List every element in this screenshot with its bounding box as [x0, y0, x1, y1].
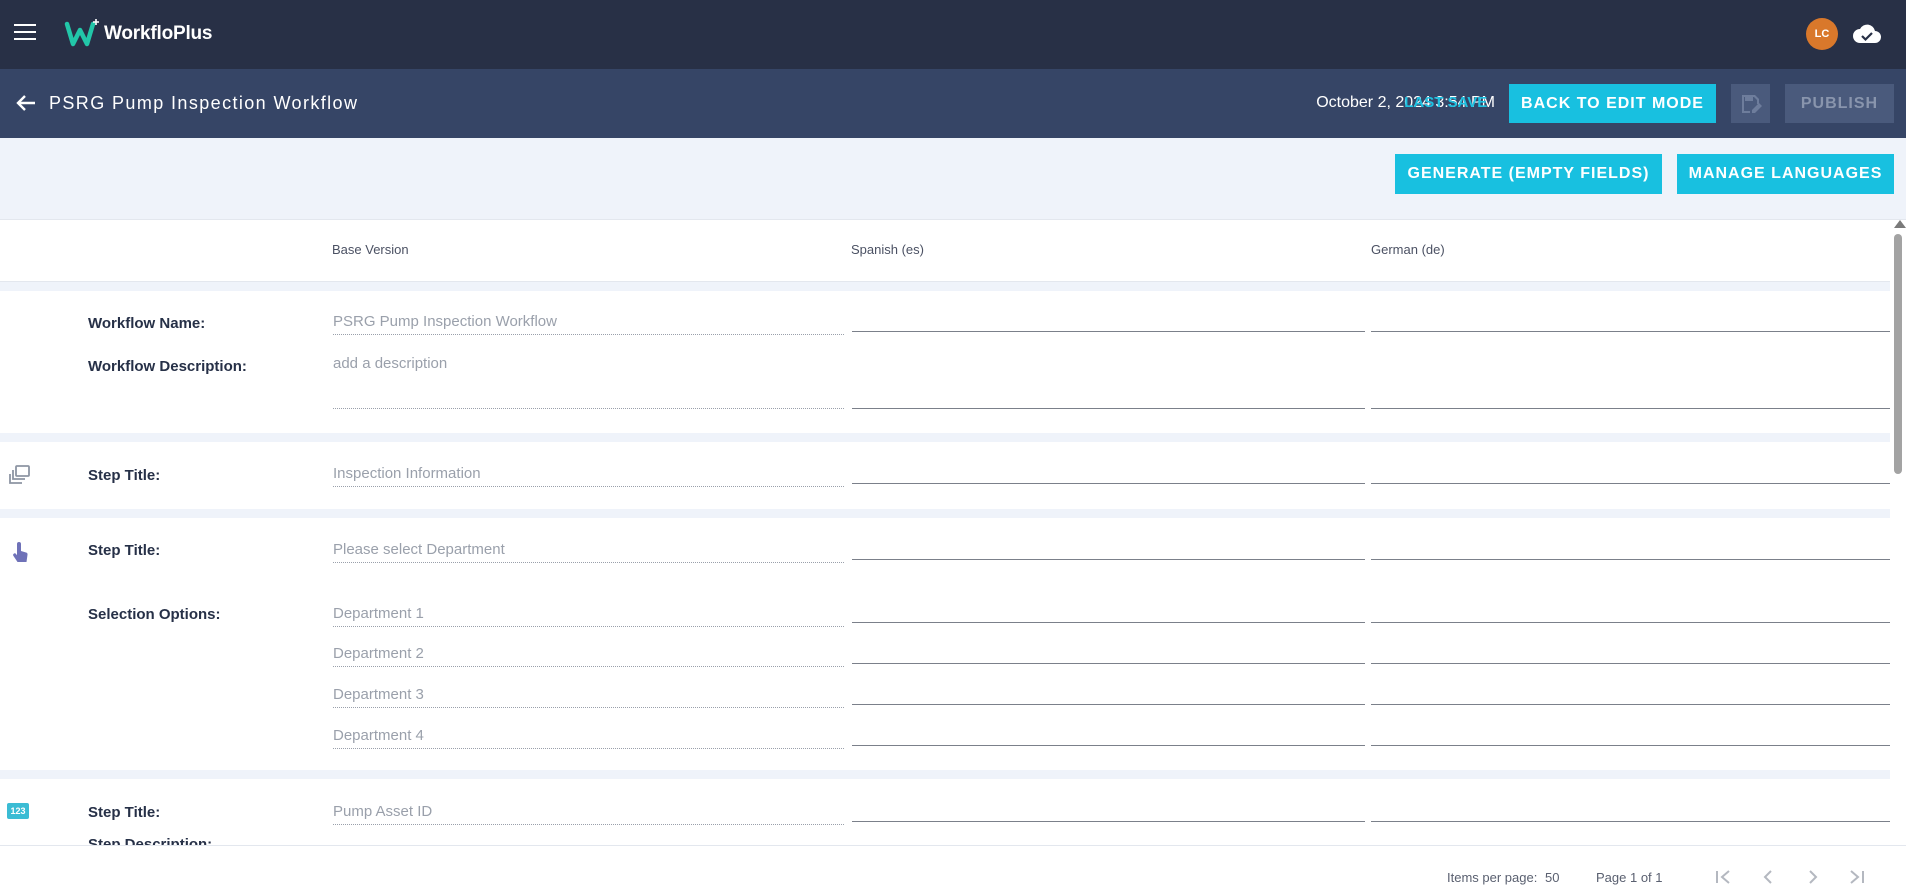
workflow-description-es-input[interactable]	[852, 408, 1365, 409]
next-page-icon[interactable]	[1803, 868, 1823, 886]
publish-button[interactable]: PUBLISH	[1785, 84, 1894, 123]
scrollbar[interactable]	[1890, 220, 1906, 845]
touch-select-icon	[13, 542, 28, 562]
logo-icon	[64, 19, 99, 47]
cloud-done-icon[interactable]	[1852, 22, 1882, 46]
option-base[interactable]: Department 4	[333, 727, 844, 749]
column-base-version: Base Version	[332, 242, 409, 257]
manage-languages-button[interactable]: MANAGE LANGUAGES	[1677, 154, 1894, 194]
step-title-es-input[interactable]	[852, 821, 1365, 822]
section-divider	[0, 509, 1890, 518]
option-base[interactable]: Department 1	[333, 605, 844, 627]
page-title: PSRG Pump Inspection Workflow	[49, 93, 359, 113]
arrow-back-icon[interactable]	[15, 92, 37, 114]
last-save-info: LAST SAVE October 2, 2024 3:54 PM	[1316, 94, 1495, 112]
translation-toolbar: GENERATE (EMPTY FIELDS) MANAGE LANGUAGES	[0, 138, 1906, 220]
step-group-icon	[9, 465, 30, 484]
scrollbar-thumb[interactable]	[1894, 234, 1902, 474]
step-description-label: Step Description:	[88, 836, 213, 845]
option-de-input[interactable]	[1371, 704, 1890, 705]
section-divider	[0, 770, 1890, 779]
workflow-description-base[interactable]: add a description	[333, 355, 844, 409]
option-es-input[interactable]	[852, 745, 1365, 746]
first-page-icon[interactable]	[1713, 868, 1733, 886]
column-header-row: Base Version Spanish (es) German (de)	[0, 220, 1890, 282]
option-base[interactable]: Department 3	[333, 686, 844, 708]
selection-options-label: Selection Options:	[88, 606, 221, 623]
workflow-description-de-input[interactable]	[1371, 408, 1890, 409]
top-app-bar: WorkfloPlus LC	[0, 0, 1906, 69]
workflow-name-de-input[interactable]	[1371, 331, 1890, 332]
option-de-input[interactable]	[1371, 745, 1890, 746]
generate-empty-fields-button[interactable]: GENERATE (EMPTY FIELDS)	[1395, 154, 1662, 194]
option-es-input[interactable]	[852, 704, 1365, 705]
column-german: German (de)	[1371, 242, 1445, 257]
workflow-name-label: Workflow Name:	[88, 315, 206, 332]
step-title-de-input[interactable]	[1371, 483, 1890, 484]
items-per-page-label: Items per page:	[1447, 870, 1538, 885]
clipped-row: Step Description:	[0, 832, 1890, 845]
save-button[interactable]	[1731, 84, 1770, 123]
step-title-base[interactable]: Inspection Information	[333, 465, 844, 487]
last-page-icon[interactable]	[1847, 868, 1867, 886]
step-title-de-input[interactable]	[1371, 559, 1890, 560]
option-base[interactable]: Department 2	[333, 645, 844, 667]
section-divider	[0, 433, 1890, 442]
step-title-base[interactable]: Please select Department	[333, 541, 844, 563]
last-save-label: LAST SAVE	[1404, 94, 1488, 111]
save-edit-icon	[1741, 94, 1762, 113]
step-title-es-input[interactable]	[852, 559, 1365, 560]
step-title-es-input[interactable]	[852, 483, 1365, 484]
section-divider	[0, 282, 1890, 291]
option-es-input[interactable]	[852, 622, 1365, 623]
back-to-edit-mode-button[interactable]: BACK TO EDIT MODE	[1509, 84, 1716, 123]
option-de-input[interactable]	[1371, 622, 1890, 623]
step-title-base[interactable]: Pump Asset ID	[333, 803, 844, 825]
app-logo[interactable]: WorkfloPlus	[64, 16, 212, 52]
step-title-de-input[interactable]	[1371, 821, 1890, 822]
user-avatar[interactable]: LC	[1806, 18, 1838, 50]
scroll-up-icon[interactable]	[1894, 220, 1906, 228]
option-es-input[interactable]	[852, 663, 1365, 664]
number-input-icon: 123	[7, 803, 29, 819]
brand-name: WorkfloPlus	[104, 23, 213, 44]
option-de-input[interactable]	[1371, 663, 1890, 664]
workflow-name-es-input[interactable]	[852, 331, 1365, 332]
workflow-header: PSRG Pump Inspection Workflow LAST SAVE O…	[0, 69, 1906, 138]
workflow-name-base[interactable]: PSRG Pump Inspection Workflow	[333, 313, 844, 335]
pagination-bar: Items per page: 50 Page 1 of 1	[0, 845, 1906, 892]
prev-page-icon[interactable]	[1758, 868, 1778, 886]
step-title-label: Step Title:	[88, 804, 161, 821]
column-spanish: Spanish (es)	[851, 242, 924, 257]
workflow-description-label: Workflow Description:	[88, 358, 247, 375]
step-title-label: Step Title:	[88, 467, 161, 484]
menu-icon[interactable]	[14, 24, 36, 42]
items-per-page-select[interactable]: 50	[1545, 870, 1559, 885]
step-title-label: Step Title:	[88, 542, 161, 559]
page-info: Page 1 of 1	[1596, 870, 1663, 885]
